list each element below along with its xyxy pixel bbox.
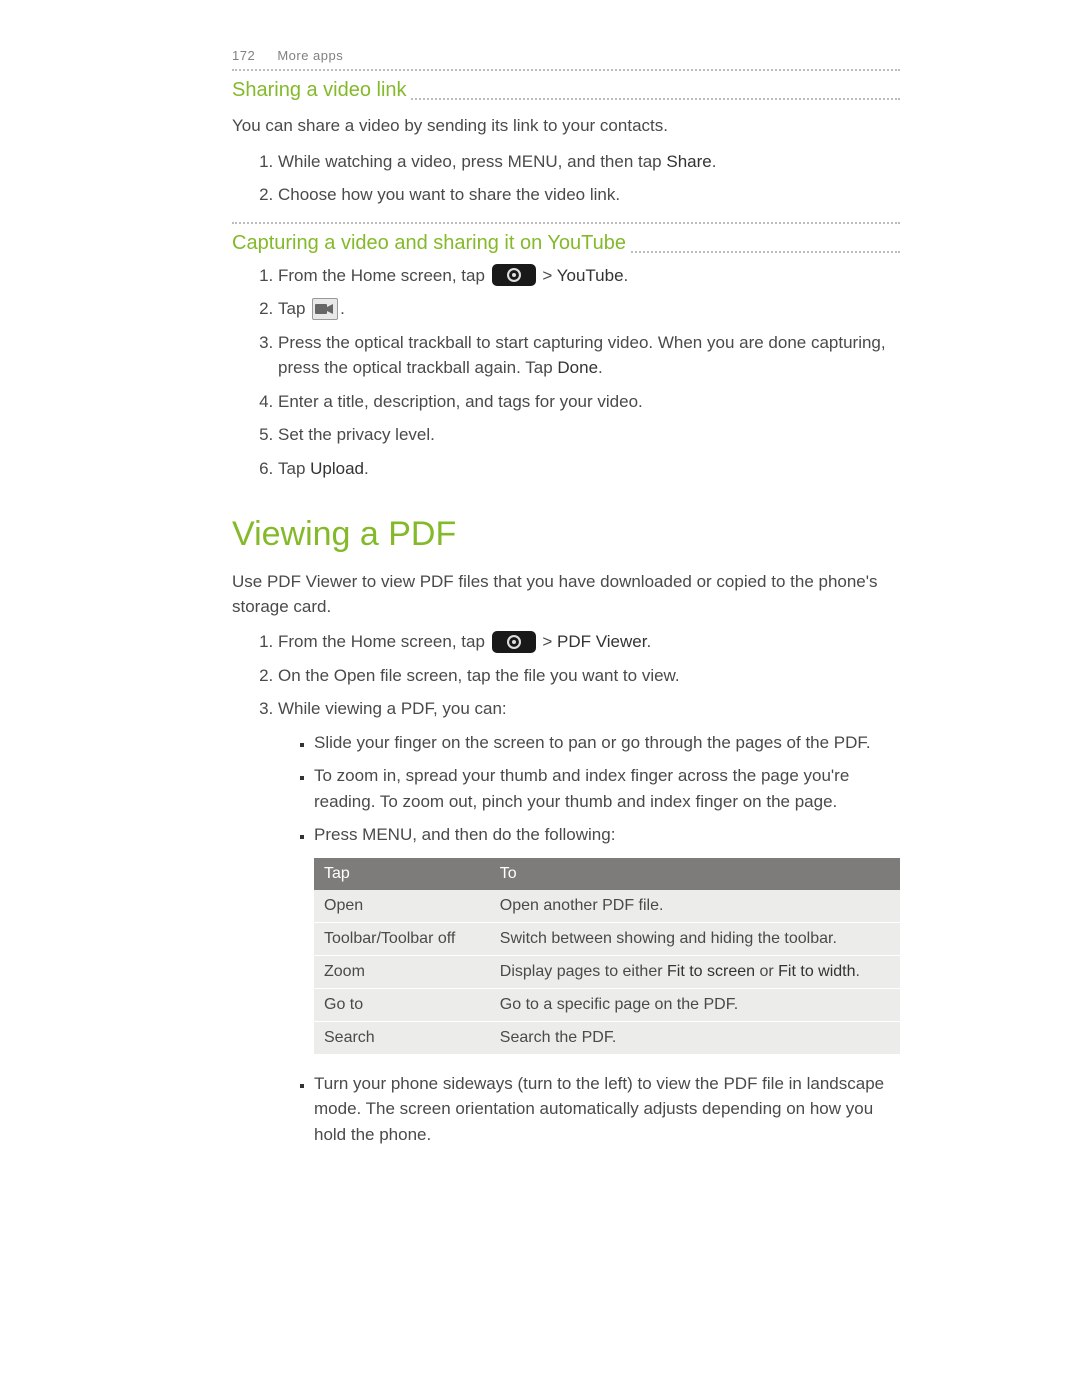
list-item: Tap Upload. [278, 456, 900, 482]
menu-options-table: Tap To Open Open another PDF file. Toolb… [314, 858, 900, 1055]
bullet-list: Slide your finger on the screen to pan o… [278, 730, 900, 1148]
list-item: From the Home screen, tap > YouTube. [278, 263, 900, 289]
list-item: Enter a title, description, and tags for… [278, 389, 900, 415]
table-header-tap: Tap [314, 858, 490, 890]
subheading: Sharing a video link [232, 77, 411, 104]
apps-icon [492, 264, 536, 286]
ordered-list: While watching a video, press MENU, and … [232, 149, 900, 208]
table-row: Open Open another PDF file. [314, 890, 900, 923]
table-row: Search Search the PDF. [314, 1021, 900, 1054]
list-item: To zoom in, spread your thumb and index … [314, 763, 900, 814]
paragraph: Use PDF Viewer to view PDF files that yo… [232, 570, 900, 619]
list-item: Slide your finger on the screen to pan o… [314, 730, 900, 756]
subheading-wrap: Capturing a video and sharing it on YouT… [232, 230, 900, 257]
list-item: On the Open file screen, tap the file yo… [278, 663, 900, 689]
list-item: While viewing a PDF, you can: Slide your… [278, 696, 900, 1147]
apps-icon [492, 631, 536, 653]
divider [232, 222, 900, 224]
list-item: Set the privacy level. [278, 422, 900, 448]
list-item: Turn your phone sideways (turn to the le… [314, 1071, 900, 1148]
ui-label-pdf-viewer: PDF Viewer [557, 632, 646, 651]
page-number: 172 [232, 48, 255, 63]
ui-label-done: Done [557, 358, 598, 377]
page-header: 172 More apps [232, 48, 900, 63]
table-row: Go to Go to a specific page on the PDF. [314, 988, 900, 1021]
table-row: Toolbar/Toolbar off Switch between showi… [314, 922, 900, 955]
table-row: Zoom Display pages to either Fit to scre… [314, 955, 900, 988]
camcorder-icon [312, 298, 338, 320]
list-item: From the Home screen, tap > PDF Viewer. [278, 629, 900, 655]
ui-label-share: Share [666, 152, 711, 171]
subheading-wrap: Sharing a video link [232, 77, 900, 104]
table-header-to: To [490, 858, 900, 890]
paragraph: You can share a video by sending its lin… [232, 114, 900, 139]
subheading: Capturing a video and sharing it on YouT… [232, 230, 630, 257]
ui-label-upload: Upload [310, 459, 364, 478]
document-page: 172 More apps Sharing a video link You c… [0, 0, 1080, 1221]
page-title: Viewing a PDF [232, 515, 900, 554]
divider [232, 69, 900, 71]
list-item: While watching a video, press MENU, and … [278, 149, 900, 175]
chapter-name: More apps [277, 48, 343, 63]
list-item: Tap . [278, 296, 900, 322]
list-item: Press MENU, and then do the following: T… [314, 822, 900, 1055]
ordered-list: From the Home screen, tap > YouTube. Tap… [232, 263, 900, 482]
list-item: Press the optical trackball to start cap… [278, 330, 900, 381]
ordered-list: From the Home screen, tap > PDF Viewer. … [232, 629, 900, 1147]
ui-label-youtube: YouTube [557, 266, 624, 285]
list-item: Choose how you want to share the video l… [278, 182, 900, 208]
